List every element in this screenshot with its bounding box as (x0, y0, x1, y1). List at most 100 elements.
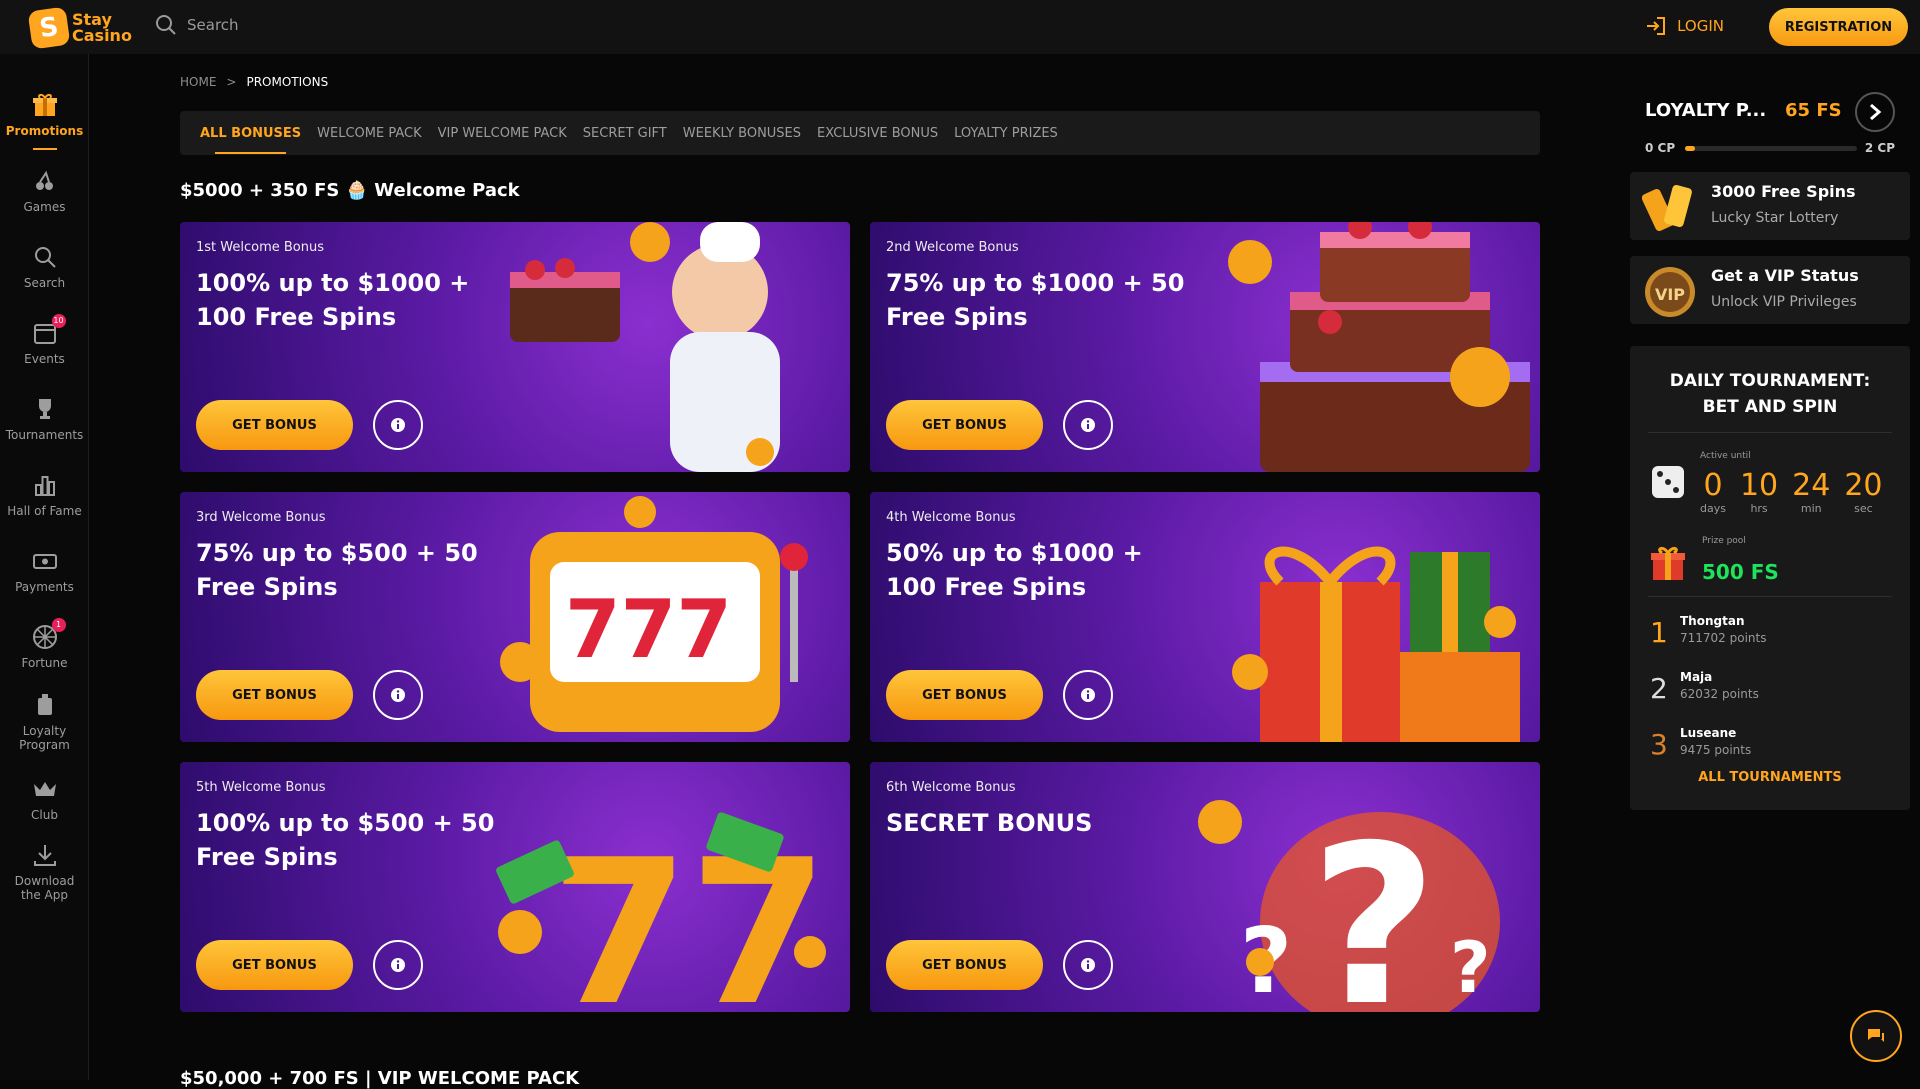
header-search[interactable]: Search (155, 14, 239, 36)
active-indicator (32, 148, 57, 150)
cp-progress-fill (1685, 146, 1696, 151)
sidebar-label-payments: Payments (15, 580, 74, 594)
sidebar-item-search[interactable]: Search (0, 242, 89, 290)
promo-title: 3000 Free Spins (1711, 182, 1856, 201)
chef-cake-illustration (510, 222, 780, 472)
info-button[interactable] (373, 940, 423, 990)
dice-icon (1652, 466, 1684, 498)
tournament-widget: DAILY TOURNAMENT: BET AND SPIN Active un… (1630, 346, 1910, 810)
sidebar-item-tournaments[interactable]: Tournaments (0, 394, 89, 442)
card-subtitle: 5th Welcome Bonus (196, 780, 326, 795)
get-bonus-button[interactable]: GET BONUS (196, 400, 353, 450)
info-button[interactable] (373, 400, 423, 450)
bonus-card: ??? 6th Welcome Bonus SECRET BONUS GET B… (870, 762, 1540, 1012)
sidebar-item-games[interactable]: Games (0, 166, 89, 214)
breadcrumb: HOME > PROMOTIONS (180, 75, 328, 89)
promo-title: Get a VIP Status (1711, 266, 1859, 285)
card-subtitle: 3rd Welcome Bonus (196, 510, 326, 525)
sidebar-item-events[interactable]: 10 Events (0, 314, 89, 366)
info-button[interactable] (1063, 670, 1113, 720)
player-points: 62032 points (1680, 687, 1759, 701)
loyalty-next-button[interactable] (1855, 92, 1895, 132)
calendar-icon: 10 (30, 314, 66, 348)
login-button[interactable]: LOGIN (1645, 16, 1724, 36)
login-icon (1647, 17, 1666, 35)
registration-button[interactable]: REGISTRATION (1769, 8, 1908, 46)
loyalty-title: LOYALTY P... (1645, 100, 1767, 121)
info-icon (1081, 958, 1095, 972)
sidebar-label-hall-of-fame: Hall of Fame (7, 504, 82, 518)
sidebar-item-promotions[interactable]: Promotions (0, 90, 89, 150)
sidebar-label-search: Search (23, 276, 66, 290)
login-label: LOGIN (1677, 17, 1724, 35)
bonus-card: 777 3rd Welcome Bonus 75% up to $500 + 5… (180, 492, 850, 742)
tab-vip-welcome-pack[interactable]: VIP WELCOME PACK (438, 126, 567, 141)
svg-text:?: ? (1450, 927, 1491, 1009)
tab-weekly-bonuses[interactable]: WEEKLY BONUSES (683, 126, 801, 141)
info-button[interactable] (1063, 940, 1113, 990)
sidebar-label-download: Download the App (14, 874, 75, 902)
get-bonus-button[interactable]: GET BONUS (886, 670, 1043, 720)
divider (1648, 432, 1892, 433)
rank-number: 3 (1650, 728, 1668, 761)
player-points: 711702 points (1680, 631, 1767, 645)
tab-secret-gift[interactable]: SECRET GIFT (583, 126, 667, 141)
promo-vip-status[interactable]: VIP Get a VIP Status Unlock VIP Privileg… (1630, 256, 1910, 324)
svg-text:?: ? (1310, 798, 1438, 1012)
sidebar-item-download[interactable]: Download the App (0, 840, 89, 902)
prize-pool-label: Prize pool (1702, 536, 1746, 546)
sidebar-item-club[interactable]: Club (0, 774, 89, 822)
top-bar: S Stay Casino Search LOGIN REGISTRATION (0, 0, 1920, 54)
card-title: 75% up to $500 + 50 Free Spins (196, 539, 478, 601)
timer-value: 10 (1739, 468, 1779, 503)
sidebar: Promotions Games Search 10 Events Tourna… (0, 54, 89, 1080)
sidebar-label-promotions: Promotions (5, 124, 84, 138)
promo-free-spins[interactable]: 3000 Free Spins Lucky Star Lottery (1630, 172, 1910, 240)
prize-pool-value: 500 FS (1702, 560, 1779, 584)
sidebar-item-loyalty[interactable]: Loyalty Program (0, 690, 89, 752)
loyalty-progress: 0 CP 2 CP (1645, 141, 1895, 155)
tab-all-bonuses[interactable]: ALL BONUSES (200, 126, 301, 154)
card-subtitle: 1st Welcome Bonus (196, 240, 324, 255)
tab-welcome-pack[interactable]: WELCOME PACK (317, 126, 421, 141)
chat-button[interactable] (1850, 1010, 1902, 1062)
chart-icon (30, 470, 60, 500)
bonus-tabs: ALL BONUSES WELCOME PACK VIP WELCOME PAC… (180, 111, 1540, 155)
cp-end: 2 CP (1864, 141, 1895, 155)
loyalty-icon (30, 690, 60, 720)
site-logo[interactable]: S Stay Casino (27, 6, 132, 50)
sidebar-item-hall-of-fame[interactable]: Hall of Fame (0, 470, 89, 518)
wheel-icon: 1 (30, 618, 66, 652)
sidebar-item-payments[interactable]: Payments (0, 546, 89, 594)
tab-exclusive-bonus[interactable]: EXCLUSIVE BONUS (817, 126, 938, 141)
timer-value: 20 (1844, 468, 1883, 503)
player-points: 9475 points (1680, 743, 1752, 757)
card-title: 100% up to $500 + 50 Free Spins (196, 809, 495, 871)
timer-unit: days (1700, 502, 1726, 515)
get-bonus-button[interactable]: GET BONUS (886, 940, 1043, 990)
get-bonus-button[interactable]: GET BONUS (196, 670, 353, 720)
wallet-icon (30, 546, 60, 576)
breadcrumb-current: PROMOTIONS (246, 75, 329, 89)
timer-days: 0 days (1700, 470, 1726, 516)
info-button[interactable] (1063, 400, 1113, 450)
timer-minutes: 24 min (1792, 470, 1830, 516)
get-bonus-button[interactable]: GET BONUS (886, 400, 1043, 450)
crown-icon (30, 774, 60, 804)
lucky-sevens-illustration: 77 (496, 812, 828, 1012)
loyalty-fs: 65 FS (1785, 100, 1842, 121)
sidebar-item-fortune[interactable]: 1 Fortune (0, 618, 89, 670)
section-title: $5000 + 350 FS 🧁 Welcome Pack (180, 180, 520, 201)
all-tournaments-link[interactable]: ALL TOURNAMENTS (1630, 770, 1910, 785)
events-badge: 10 (51, 314, 66, 328)
bonus-card: 2nd Welcome Bonus 75% up to $1000 + 50 F… (870, 222, 1540, 472)
get-bonus-button[interactable]: GET BONUS (196, 940, 353, 990)
breadcrumb-home[interactable]: HOME (180, 75, 216, 89)
timer-unit: hrs (1750, 502, 1768, 515)
chat-icon (1868, 1029, 1884, 1042)
tab-loyalty-prizes[interactable]: LOYALTY PRIZES (954, 126, 1058, 141)
info-icon (1081, 688, 1095, 702)
info-button[interactable] (373, 670, 423, 720)
leaderboard-row: 1 Thongtan 711702 points (1648, 614, 1888, 660)
cake-illustration (1228, 222, 1530, 472)
